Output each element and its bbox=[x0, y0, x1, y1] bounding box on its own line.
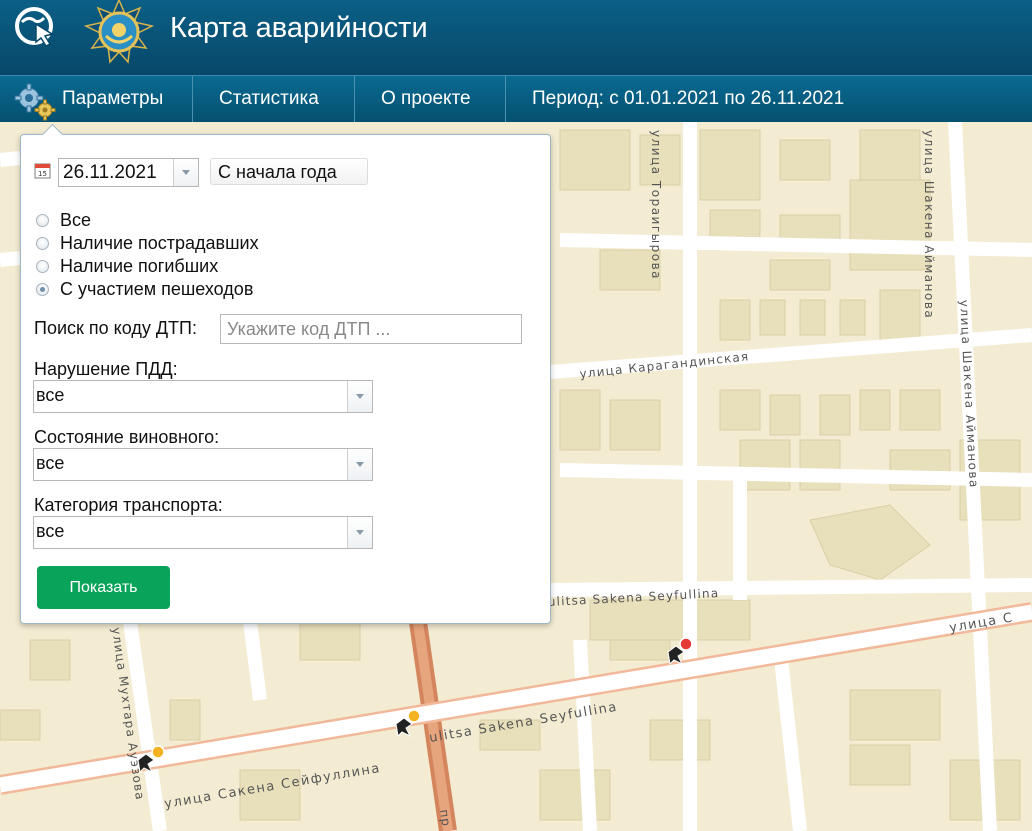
radio-button[interactable] bbox=[36, 260, 49, 273]
culprit-state-select[interactable]: все bbox=[33, 448, 373, 481]
date-dropdown-trigger[interactable] bbox=[173, 159, 198, 186]
chevron-down-icon bbox=[182, 170, 190, 175]
nav-separator bbox=[192, 76, 193, 123]
nav-statistics[interactable]: Статистика bbox=[219, 76, 319, 123]
violation-label: Нарушение ПДД: bbox=[34, 359, 178, 379]
vehicle-category-label: Категория транспорта: bbox=[34, 495, 223, 515]
app-header: Карта аварийности bbox=[0, 0, 1032, 75]
accident-code-search-input[interactable] bbox=[220, 314, 522, 344]
culprit-state-label: Состояние виновного: bbox=[34, 427, 220, 447]
culprit-state-select-value: все bbox=[36, 453, 65, 473]
nav-period: Период: с 01.01.2021 по 26.11.2021 bbox=[532, 88, 845, 109]
nav-separator bbox=[354, 76, 355, 123]
calendar-icon[interactable]: 15 bbox=[34, 162, 51, 179]
violation-select-value: все bbox=[36, 385, 65, 405]
nav-parameters[interactable]: Параметры bbox=[62, 76, 163, 123]
chevron-down-icon bbox=[356, 394, 364, 399]
nav-separator bbox=[505, 76, 506, 123]
vehicle-category-dropdown-trigger[interactable] bbox=[347, 517, 372, 548]
radio-label: Все bbox=[60, 210, 92, 230]
date-value: 26.11.2021 bbox=[63, 162, 157, 183]
app-title: Карта аварийности bbox=[170, 12, 428, 44]
street-label: улица Шакена Айманова bbox=[922, 130, 936, 319]
radio-label: Наличие погибших bbox=[60, 256, 219, 276]
search-label: Поиск по коду ДТП: bbox=[34, 318, 197, 338]
since-year-start-button[interactable]: С начала года bbox=[210, 158, 368, 185]
street-label: пр bbox=[437, 808, 453, 827]
parameters-panel: 15 26.11.2021 С начала года Все Наличие … bbox=[20, 123, 551, 624]
date-input[interactable]: 26.11.2021 bbox=[58, 158, 199, 187]
show-button[interactable]: Показать bbox=[37, 566, 170, 609]
radio-button[interactable] bbox=[36, 237, 49, 250]
culprit-state-dropdown-trigger[interactable] bbox=[347, 449, 372, 480]
radio-label: Наличие пострадавших bbox=[60, 233, 259, 253]
svg-text:15: 15 bbox=[38, 170, 47, 178]
state-emblem-icon bbox=[83, 0, 155, 64]
radio-label: С участием пешеходов bbox=[60, 279, 254, 299]
radio-button[interactable] bbox=[36, 214, 49, 227]
violation-select[interactable]: все bbox=[33, 380, 373, 413]
chevron-down-icon bbox=[356, 462, 364, 467]
violation-dropdown-trigger[interactable] bbox=[347, 381, 372, 412]
radio-button-checked[interactable] bbox=[36, 283, 49, 296]
vehicle-category-select[interactable]: все bbox=[33, 516, 373, 549]
main-navbar: Параметры Статистика О проекте Период: с… bbox=[0, 75, 1032, 123]
chevron-down-icon bbox=[356, 530, 364, 535]
gears-icon[interactable] bbox=[14, 83, 58, 121]
street-label: улица Тораигырова bbox=[649, 130, 663, 280]
vehicle-category-select-value: все bbox=[36, 521, 65, 541]
nav-about[interactable]: О проекте bbox=[381, 76, 471, 123]
cursor-globe-logo-icon[interactable] bbox=[14, 4, 60, 50]
